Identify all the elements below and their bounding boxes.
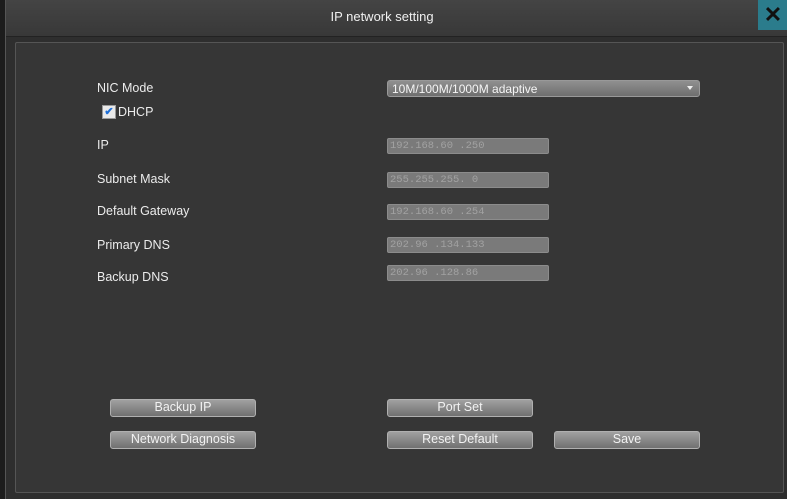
dhcp-checkbox-row[interactable]: ✔ DHCP — [102, 104, 153, 120]
dialog-title: IP network setting — [330, 9, 434, 24]
default-gateway-label: Default Gateway — [97, 204, 190, 218]
port-set-button[interactable]: Port Set — [387, 399, 533, 417]
chevron-down-icon — [687, 86, 693, 90]
dhcp-checkbox[interactable]: ✔ — [102, 105, 116, 119]
dhcp-label: DHCP — [118, 105, 154, 119]
title-bar: IP network setting ✕ — [6, 0, 787, 37]
ip-label: IP — [97, 138, 109, 152]
default-gateway-field[interactable]: 192.168.60 .254 — [387, 204, 549, 220]
nic-mode-select[interactable]: 10M/100M/1000M adaptive — [387, 80, 700, 97]
primary-dns-label: Primary DNS — [97, 238, 170, 252]
ip-field[interactable]: 192.168.60 .250 — [387, 138, 549, 154]
network-diagnosis-button[interactable]: Network Diagnosis — [110, 431, 256, 449]
subnet-mask-label: Subnet Mask — [97, 172, 170, 186]
save-button[interactable]: Save — [554, 431, 700, 449]
settings-panel: NIC Mode 10M/100M/1000M adaptive ✔ DHCP … — [15, 42, 784, 493]
checkmark-icon: ✔ — [104, 105, 114, 118]
subnet-mask-field[interactable]: 255.255.255. 0 — [387, 172, 549, 188]
close-icon: ✕ — [763, 2, 783, 27]
backup-dns-field[interactable]: 202.96 .128.86 — [387, 265, 549, 281]
reset-default-button[interactable]: Reset Default — [387, 431, 533, 449]
nic-mode-value: 10M/100M/1000M adaptive — [392, 82, 538, 96]
close-button[interactable]: ✕ — [758, 0, 787, 30]
primary-dns-field[interactable]: 202.96 .134.133 — [387, 237, 549, 253]
ip-network-setting-dialog: IP network setting ✕ NIC Mode 10M/100M/1… — [5, 0, 787, 499]
backup-ip-button[interactable]: Backup IP — [110, 399, 256, 417]
backup-dns-label: Backup DNS — [97, 270, 169, 284]
nic-mode-label: NIC Mode — [97, 81, 154, 95]
